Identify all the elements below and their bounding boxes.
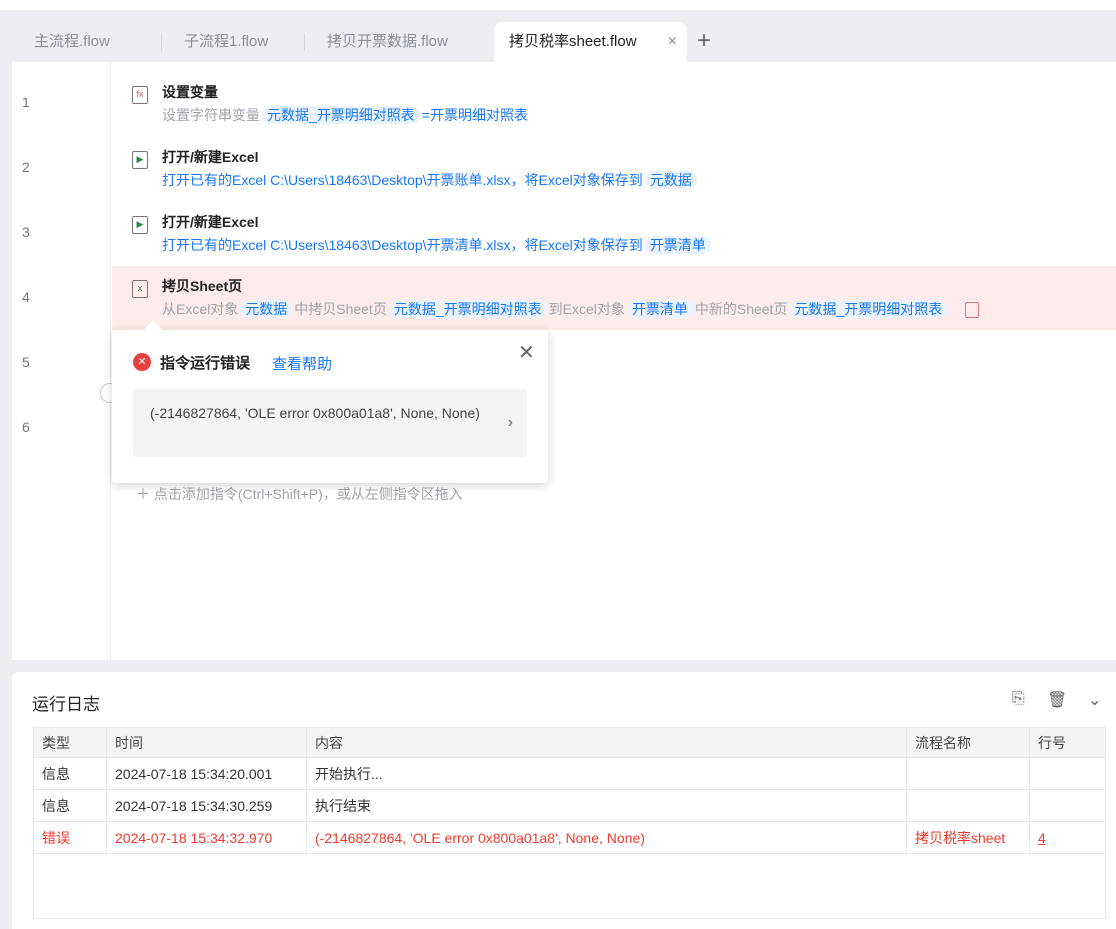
table-row[interactable]: 错误 2024-07-18 15:34:32.970 (-2146827864, '… — [33, 821, 1106, 854]
excel-open-icon: ▶ — [132, 151, 148, 169]
table-empty-area — [33, 853, 1106, 919]
step-open-excel[interactable]: ▶ 打开/新建Excel 打开已有的Excel C:\Users\18463\D… — [112, 202, 1116, 266]
variable-chip: 元数据 — [644, 171, 697, 189]
help-link[interactable]: 查看帮助 — [272, 353, 332, 374]
excel-open-icon: ▶ — [132, 216, 148, 234]
add-instruction[interactable]: ＋ 点击添加指令(Ctrl+Shift+P)，或从左侧指令区拖入 — [136, 484, 463, 504]
close-icon[interactable]: × — [668, 22, 677, 62]
log-table: 类型 时间 内容 流程名称 行号 信息 2024-07-18 15:34:20.0… — [33, 727, 1106, 854]
tab-bar: 主流程.flow 子流程1.flow 拷贝开票数据.flow 拷贝税率sheet… — [12, 22, 1116, 62]
error-popup: ✕ 指令运行错误 查看帮助 ✕ (-2146827864, 'OLE error… — [112, 330, 548, 483]
tab-main-flow[interactable]: 主流程.flow — [12, 22, 162, 62]
export-icon[interactable]: ⎘ — [1012, 690, 1025, 708]
error-detail[interactable]: (-2146827864, 'OLE error 0x800a01a8', No… — [133, 389, 527, 457]
trash-icon[interactable]: 🗑 — [1047, 690, 1067, 710]
step-set-variable[interactable]: fx 设置变量 设置字符串变量 元数据_开票明细对照表 =开票明细对照表 — [112, 72, 1116, 136]
variable-chip: 开票清单 — [644, 236, 711, 254]
table-row[interactable]: 信息 2024-07-18 15:34:30.259 执行结束 — [33, 789, 1106, 822]
tab-copy-invoice[interactable]: 拷贝开票数据.flow — [305, 22, 485, 62]
chevron-right-icon: › — [507, 414, 513, 431]
tab-subflow1[interactable]: 子流程1.flow — [162, 22, 305, 62]
line-number: 2 — [22, 159, 30, 175]
chevron-down-icon[interactable]: ⌄ — [1088, 690, 1101, 710]
add-tab-button[interactable]: + — [697, 26, 711, 56]
step-open-excel[interactable]: ▶ 打开/新建Excel 打开已有的Excel C:\Users\18463\D… — [112, 137, 1116, 201]
step-copy-sheet[interactable]: x 拷贝Sheet页 从Excel对象 元数据 中拷贝Sheet页 元数据_开票明细对… — [112, 266, 1116, 330]
copy-sheet-icon: x — [132, 280, 148, 298]
table-row[interactable]: 信息 2024-07-18 15:34:20.001 开始执行... — [33, 757, 1106, 790]
line-number: 5 — [22, 354, 30, 370]
error-log-icon[interactable] — [965, 302, 980, 319]
tab-copy-tax-sheet[interactable]: 拷贝税率sheet.flow × — [494, 22, 687, 62]
line-number: 3 — [22, 224, 30, 240]
error-icon: ✕ — [133, 353, 151, 371]
table-header: 类型 时间 内容 流程名称 行号 — [33, 727, 1106, 758]
line-number: 6 — [22, 419, 30, 435]
variable-chip: 元数据_开票明细对照表 — [262, 106, 420, 124]
run-log-panel: 运行日志 ⎘ 🗑 ⌄ 类型 时间 内容 流程名称 行号 信息 2024-07-18… — [12, 672, 1116, 929]
line-link[interactable]: 4 — [1038, 830, 1046, 846]
line-gutter: 1 2 3 4 5 6 — [12, 62, 111, 660]
line-number: 1 — [22, 94, 30, 110]
line-number: 4 — [22, 289, 30, 305]
function-icon: fx — [132, 86, 148, 104]
top-strip — [0, 0, 1116, 10]
close-icon[interactable]: ✕ — [518, 340, 535, 365]
